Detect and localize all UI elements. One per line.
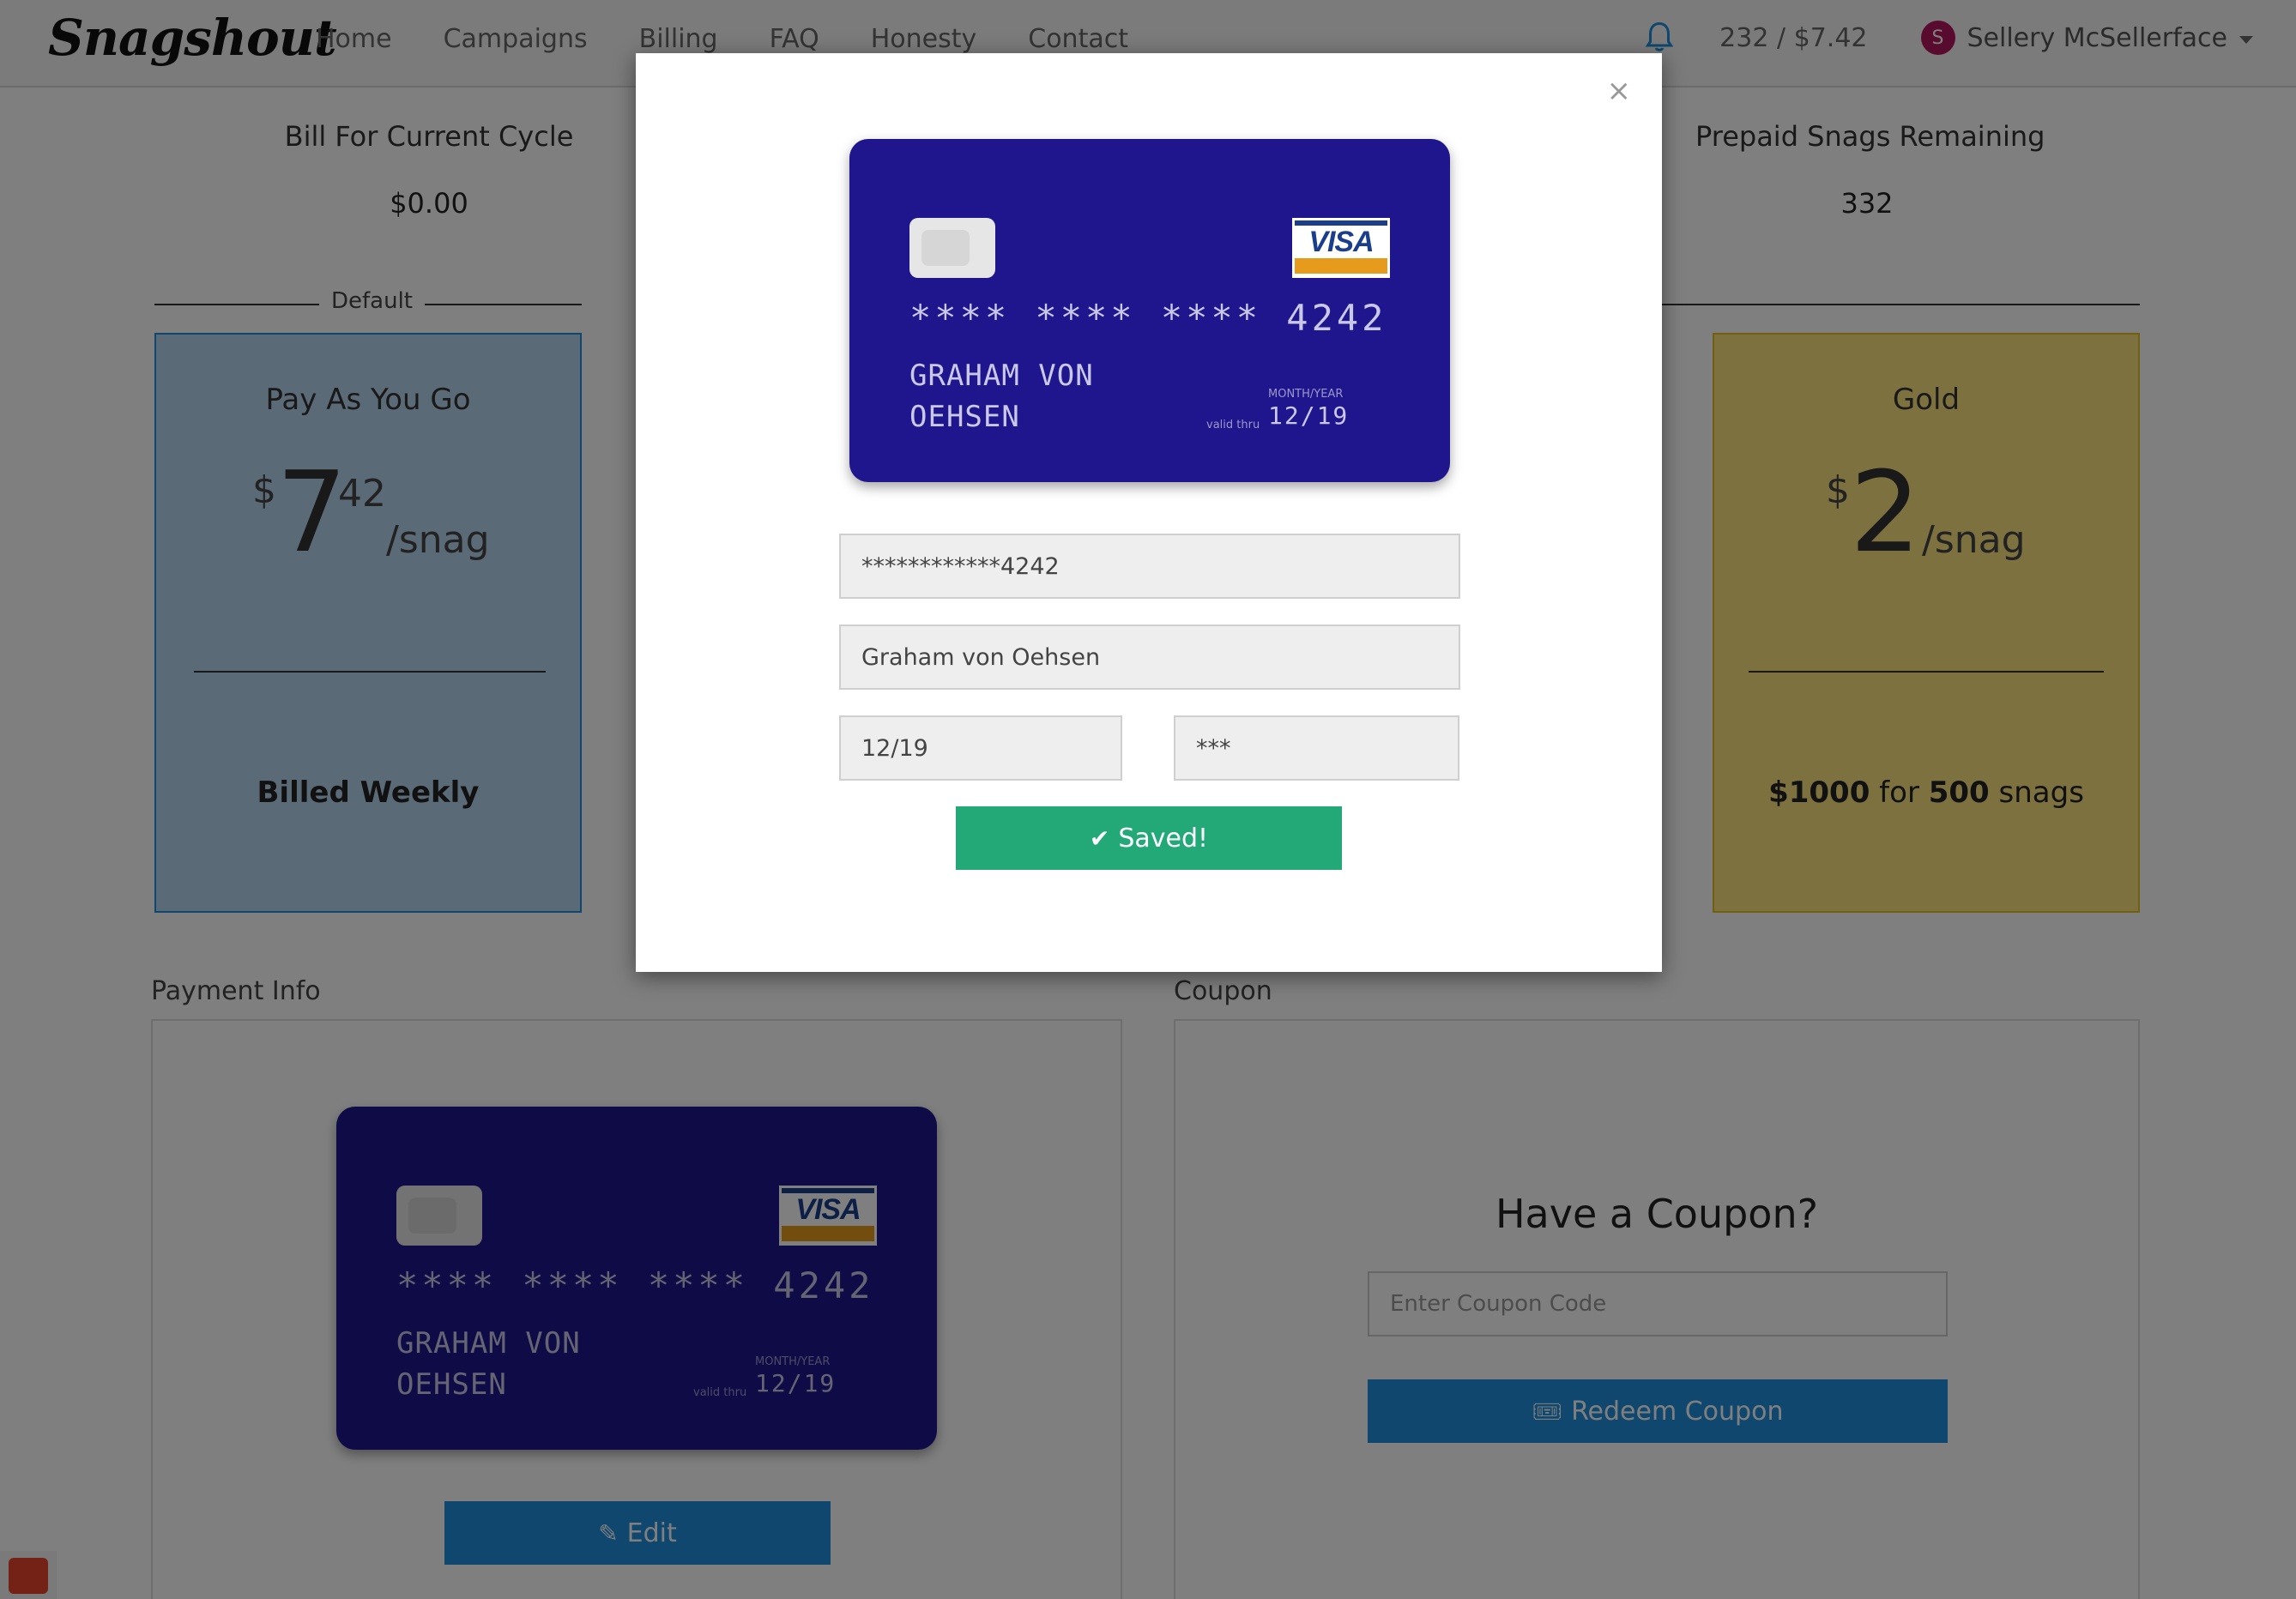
card-number-input[interactable]: ************4242 — [839, 534, 1460, 599]
saved-button[interactable]: ✔ Saved! — [956, 806, 1342, 870]
card-name-input[interactable]: Graham von Oehsen — [839, 625, 1460, 690]
valid-thru-label: valid thru — [1206, 419, 1260, 431]
modal-credit-card-preview: VISA **** **** **** 4242 GRAHAM VON OEHS… — [849, 139, 1450, 482]
card-chip-icon — [909, 218, 995, 278]
card-number: **** **** **** 4242 — [909, 297, 1387, 339]
card-expiry: 12/19 — [1268, 401, 1350, 430]
card-holder-name: GRAHAM VON OEHSEN — [909, 359, 1094, 434]
expiry-input[interactable]: 12/19 — [839, 715, 1122, 781]
month-year-label: MONTH/YEAR — [1268, 388, 1344, 401]
close-icon[interactable]: × — [1607, 74, 1632, 108]
edit-card-modal: × VISA **** **** **** 4242 GRAHAM VON OE… — [636, 53, 1662, 972]
visa-logo-icon: VISA — [1292, 218, 1390, 278]
cvc-input[interactable]: *** — [1174, 715, 1459, 781]
checkmark-icon: ✔ — [1089, 824, 1110, 853]
